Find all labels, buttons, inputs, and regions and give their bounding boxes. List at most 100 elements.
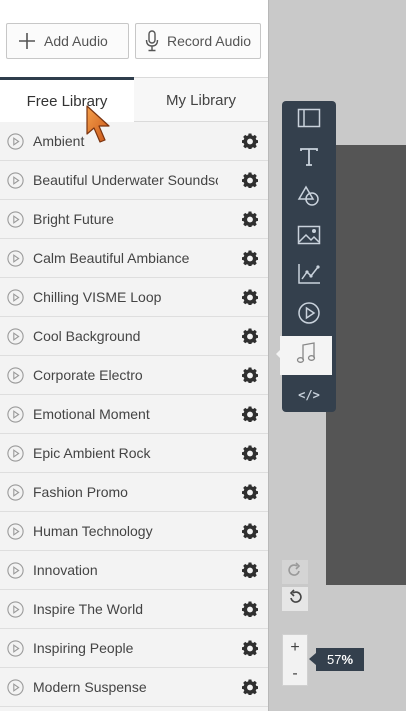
track-row[interactable]: Inspiring People [0, 629, 268, 668]
tool-video[interactable] [282, 296, 336, 335]
audio-panel: Add Audio Record Audio Free Library My L… [0, 0, 268, 711]
gear-icon[interactable] [242, 484, 258, 500]
track-row[interactable]: Emotional Moment [0, 395, 268, 434]
slide-canvas[interactable] [326, 145, 406, 585]
tool-audio[interactable] [280, 336, 332, 375]
gear-icon[interactable] [242, 523, 258, 539]
library-tabs: Free Library My Library [0, 77, 268, 122]
tool-layout[interactable] [282, 101, 336, 140]
video-icon [297, 301, 321, 330]
gear-icon[interactable] [242, 445, 258, 461]
play-icon[interactable] [7, 484, 24, 501]
track-row[interactable]: Chilling VISME Loop [0, 278, 268, 317]
track-row[interactable]: Beautiful Underwater Soundscape [0, 161, 268, 200]
gear-icon[interactable] [242, 133, 258, 149]
zoom-out-button[interactable]: - [283, 661, 307, 686]
track-row[interactable]: Cool Background [0, 317, 268, 356]
zoom-value: 57 [326, 652, 342, 667]
image-icon [297, 225, 321, 250]
play-icon[interactable] [7, 250, 24, 267]
play-icon[interactable] [7, 211, 24, 228]
audio-icon [295, 341, 317, 370]
insert-toolbar: </> [280, 101, 336, 414]
gear-icon[interactable] [242, 172, 258, 188]
gear-icon[interactable] [242, 250, 258, 266]
gear-icon[interactable] [242, 562, 258, 578]
redo-icon [287, 561, 303, 583]
play-icon[interactable] [7, 289, 24, 306]
track-name: Chilling VISME Loop [33, 289, 162, 305]
play-icon[interactable] [7, 601, 24, 618]
undo-icon [287, 588, 303, 610]
tool-text[interactable] [282, 140, 336, 179]
zoom-level: 57% [309, 648, 364, 671]
track-row[interactable]: Modern Suspense [0, 668, 268, 707]
track-row[interactable]: Calm Beautiful Ambiance [0, 239, 268, 278]
track-row[interactable]: Bright Future [0, 200, 268, 239]
play-icon[interactable] [7, 445, 24, 462]
active-tool-pointer [276, 347, 283, 361]
play-icon[interactable] [7, 172, 24, 189]
tab-my-library[interactable]: My Library [134, 77, 268, 122]
tool-image[interactable] [282, 218, 336, 257]
gear-icon[interactable] [242, 640, 258, 656]
text-icon [299, 147, 319, 172]
track-name: Corporate Electro [33, 367, 143, 383]
track-name: Calm Beautiful Ambiance [33, 250, 190, 266]
gear-icon[interactable] [242, 328, 258, 344]
track-name: Fashion Promo [33, 484, 128, 500]
gear-icon[interactable] [242, 406, 258, 422]
layout-icon [297, 108, 321, 133]
play-icon[interactable] [7, 367, 24, 384]
microphone-icon [145, 30, 159, 52]
track-row[interactable]: Epic Ambient Rock [0, 434, 268, 473]
track-name: Bright Future [33, 211, 114, 227]
track-row[interactable]: Corporate Electro [0, 356, 268, 395]
record-audio-button[interactable]: Record Audio [135, 23, 261, 59]
undo-button[interactable] [282, 587, 308, 611]
play-icon[interactable] [7, 328, 24, 345]
tool-chart[interactable] [282, 257, 336, 296]
shapes-icon [297, 185, 321, 212]
chart-icon [297, 263, 321, 290]
track-list: Ambient Beautiful Underwater Soundscape Br… [0, 122, 268, 707]
play-icon[interactable] [7, 406, 24, 423]
play-icon[interactable] [7, 562, 24, 579]
gear-icon[interactable] [242, 289, 258, 305]
track-name: Emotional Moment [33, 406, 150, 422]
track-row[interactable]: Fashion Promo [0, 473, 268, 512]
track-row[interactable]: Innovation [0, 551, 268, 590]
track-row[interactable]: Inspire The World [0, 590, 268, 629]
track-name: Cool Background [33, 328, 141, 344]
track-name: Inspiring People [33, 640, 134, 656]
track-name: Inspire The World [33, 601, 143, 617]
add-audio-label: Add Audio [44, 33, 108, 49]
gear-icon[interactable] [242, 679, 258, 695]
zoom-in-button[interactable]: + [283, 635, 307, 660]
gear-icon[interactable] [242, 601, 258, 617]
track-row[interactable]: Human Technology [0, 512, 268, 551]
embed-icon: </> [298, 387, 320, 402]
gear-icon[interactable] [242, 211, 258, 227]
plus-icon [18, 32, 36, 50]
zoom-controls: + - [282, 634, 308, 686]
play-icon[interactable] [7, 640, 24, 657]
track-name: Epic Ambient Rock [33, 445, 151, 461]
play-icon[interactable] [7, 523, 24, 540]
play-icon[interactable] [7, 133, 24, 150]
track-row[interactable]: Ambient [0, 122, 268, 161]
track-name: Beautiful Underwater Soundscape [33, 172, 218, 188]
tool-shapes[interactable] [282, 179, 336, 218]
track-name: Ambient [33, 133, 85, 149]
add-audio-button[interactable]: Add Audio [6, 23, 129, 59]
tool-embed[interactable]: </> [282, 375, 336, 414]
zoom-unit: % [341, 652, 354, 667]
track-name: Modern Suspense [33, 679, 147, 695]
track-name: Human Technology [33, 523, 153, 539]
gear-icon[interactable] [242, 367, 258, 383]
track-name: Innovation [33, 562, 98, 578]
redo-button[interactable] [282, 560, 308, 584]
play-icon[interactable] [7, 679, 24, 696]
tab-free-library[interactable]: Free Library [0, 77, 134, 122]
audio-actions: Add Audio Record Audio [0, 0, 268, 78]
